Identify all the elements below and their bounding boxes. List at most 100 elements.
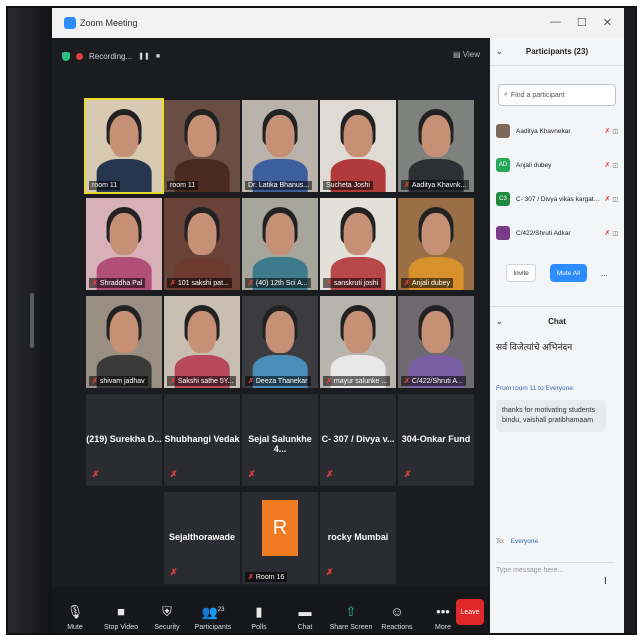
mute-all-button[interactable]: Mute All bbox=[549, 264, 587, 282]
security-button[interactable]: ⛨ Security bbox=[144, 591, 190, 632]
close-button[interactable]: ✕ bbox=[603, 16, 612, 29]
participants-count: 23 bbox=[217, 606, 225, 613]
participants-button[interactable]: 👥23 Participants bbox=[190, 591, 236, 631]
video-tile[interactable]: ✗ sanskruti joshi bbox=[320, 198, 396, 290]
video-tile[interactable]: ✗ mayur salunke ... bbox=[320, 296, 396, 388]
participant-video bbox=[86, 100, 162, 192]
muted-mic-icon: ✗ bbox=[170, 378, 176, 385]
video-tile[interactable]: ✗ C/422/Shruti A... bbox=[398, 296, 474, 388]
chat-button[interactable]: ▬ Chat bbox=[282, 591, 328, 632]
chat-recipient-row: To: Everyone bbox=[496, 538, 538, 545]
participant-name: Aaditya Khavnekar bbox=[516, 127, 571, 135]
pause-recording-icon[interactable]: ❚❚ bbox=[138, 52, 150, 60]
recipient-dropdown[interactable]: Everyone bbox=[511, 538, 538, 545]
video-camera-icon[interactable]: ◫ bbox=[612, 162, 618, 169]
participant-name: rocky Mumbai bbox=[327, 532, 389, 543]
video-tile[interactable]: ✗ shivam jadhav bbox=[86, 296, 162, 388]
share-screen-label: Share Screen bbox=[329, 624, 373, 631]
polls-button[interactable]: ▮ Polls bbox=[236, 591, 282, 632]
name-tile[interactable]: Sejalthorawade ✗ bbox=[164, 492, 240, 584]
participant-name: mayur salunke ... bbox=[333, 378, 388, 385]
muted-mic-icon: ✗ bbox=[326, 469, 334, 479]
video-camera-icon[interactable]: ◫ bbox=[612, 196, 618, 203]
video-tile[interactable]: room 11 bbox=[84, 98, 164, 194]
participant-name-label: Sucheta Joshi bbox=[323, 181, 373, 190]
participant-face bbox=[343, 310, 373, 354]
video-tile[interactable]: ✗ 101 sakshi pat... bbox=[164, 198, 240, 290]
participant-name: 304-Onkar Fund bbox=[401, 434, 471, 445]
participant-row[interactable]: AD Anjali dubey ✗ ◫ bbox=[490, 148, 624, 182]
participant-video bbox=[398, 296, 474, 388]
muted-mic-icon: ✗ bbox=[404, 280, 410, 287]
video-tile[interactable]: ✗ Sakshi sathe 5Y... bbox=[164, 296, 240, 388]
participant-name: Room 16 bbox=[255, 574, 285, 581]
video-tile[interactable]: ✗ Shraddha Pal bbox=[86, 198, 162, 290]
participant-name-label: room 11 bbox=[89, 181, 121, 190]
invite-button[interactable]: Invite bbox=[506, 264, 536, 282]
participant-name-label: ✗ Sakshi sathe 5Y... bbox=[167, 376, 237, 386]
more-options-button[interactable]: ... bbox=[601, 269, 608, 278]
smiley-icon: ☺ bbox=[390, 604, 404, 619]
participant-name: room 11 bbox=[170, 182, 196, 189]
muted-mic-icon[interactable]: ✗ bbox=[604, 127, 610, 135]
search-icon: ⌕ bbox=[504, 91, 508, 98]
participant-face bbox=[187, 212, 217, 256]
chevron-down-icon[interactable]: ⌄ bbox=[496, 317, 503, 326]
name-tile[interactable]: (219) Surekha D... ✗ bbox=[86, 394, 162, 486]
chat-message-input[interactable]: Type message here... bbox=[496, 562, 614, 622]
find-placeholder: Find a participant bbox=[510, 91, 565, 99]
view-button[interactable]: ▤ View bbox=[453, 50, 480, 59]
muted-mic-icon: ✗ bbox=[170, 280, 176, 287]
mute-button[interactable]: 🎙 Mute bbox=[52, 591, 98, 632]
participant-row[interactable]: C/422/Shruti Adkar ✗ ◫ bbox=[490, 216, 624, 250]
name-tile[interactable]: 304-Onkar Fund ✗ bbox=[398, 394, 474, 486]
recording-bar: Recording... ❚❚ ■ bbox=[62, 48, 160, 64]
participant-row[interactable]: C3 C- 307 / Divya vikas kargatkar ✗ ◫ bbox=[490, 182, 624, 216]
participant-row[interactable]: Aaditya Khavnekar ✗ ◫ bbox=[490, 114, 624, 148]
muted-mic-icon[interactable]: ✗ bbox=[604, 161, 610, 169]
share-screen-button[interactable]: ⇧ Share Screen bbox=[328, 591, 374, 632]
participant-video bbox=[242, 100, 318, 192]
participant-face bbox=[109, 310, 139, 354]
participant-actions: Invite Mute All ... bbox=[490, 264, 624, 282]
stop-video-button[interactable]: ■ Stop Video bbox=[98, 591, 144, 632]
maximize-button[interactable]: ☐ bbox=[577, 16, 587, 29]
name-tile[interactable]: Shubhangi Vedak ✗ bbox=[164, 394, 240, 486]
name-tile[interactable]: rocky Mumbai ✗ bbox=[320, 492, 396, 584]
video-camera-icon[interactable]: ◫ bbox=[612, 128, 618, 135]
participant-name-label: ✗ shivam jadhav bbox=[89, 376, 148, 386]
muted-mic-icon: ✗ bbox=[404, 378, 410, 385]
stop-recording-icon[interactable]: ■ bbox=[156, 53, 160, 60]
participant-name: Sejalthorawade bbox=[168, 532, 236, 543]
video-tile[interactable]: Dr. Latika Bhanus... bbox=[242, 100, 318, 192]
reactions-button[interactable]: ☺ Reactions bbox=[374, 591, 420, 632]
share-screen-icon: ⇧ bbox=[345, 604, 357, 619]
muted-mic-icon: ✗ bbox=[92, 280, 98, 287]
chevron-down-icon[interactable]: ⌄ bbox=[496, 47, 503, 56]
monitor-bezel-left bbox=[8, 8, 52, 633]
shield-icon bbox=[62, 51, 70, 61]
window-controls: — ☐ ✕ bbox=[550, 16, 612, 29]
video-tile[interactable]: ✗ Anjali dubey bbox=[398, 198, 474, 290]
text-cursor-icon: I bbox=[604, 576, 607, 587]
name-tile[interactable]: Sejal Salunkhe 4... ✗ bbox=[242, 394, 318, 486]
participant-face bbox=[109, 212, 139, 256]
find-participant-input[interactable]: ⌕ Find a participant bbox=[498, 84, 616, 106]
video-tile[interactable]: ✗ Aaditya Khavnk... bbox=[398, 100, 474, 192]
muted-mic-icon[interactable]: ✗ bbox=[604, 229, 610, 237]
name-tile[interactable]: C- 307 / Divya v... ✗ bbox=[320, 394, 396, 486]
video-tile[interactable]: room 11 bbox=[164, 100, 240, 192]
muted-mic-icon[interactable]: ✗ bbox=[604, 195, 610, 203]
chat-label: Chat bbox=[297, 624, 313, 631]
video-tile[interactable]: Sucheta Joshi bbox=[320, 100, 396, 192]
reactions-label: Reactions bbox=[381, 624, 413, 631]
video-tile[interactable]: ✗ (40) 12th Sci A... bbox=[242, 198, 318, 290]
video-tile[interactable]: ✗ Deeza Thanekar bbox=[242, 296, 318, 388]
participant-name: Sucheta Joshi bbox=[326, 182, 370, 189]
leave-button[interactable]: Leave bbox=[456, 599, 484, 625]
room-16-tile[interactable]: R ✗ Room 16 bbox=[242, 492, 318, 584]
minimize-button[interactable]: — bbox=[550, 16, 561, 29]
muted-mic-icon: ✗ bbox=[170, 567, 178, 577]
participant-name-label: ✗ Aaditya Khavnk... bbox=[401, 180, 470, 190]
video-camera-icon[interactable]: ◫ bbox=[612, 230, 618, 237]
